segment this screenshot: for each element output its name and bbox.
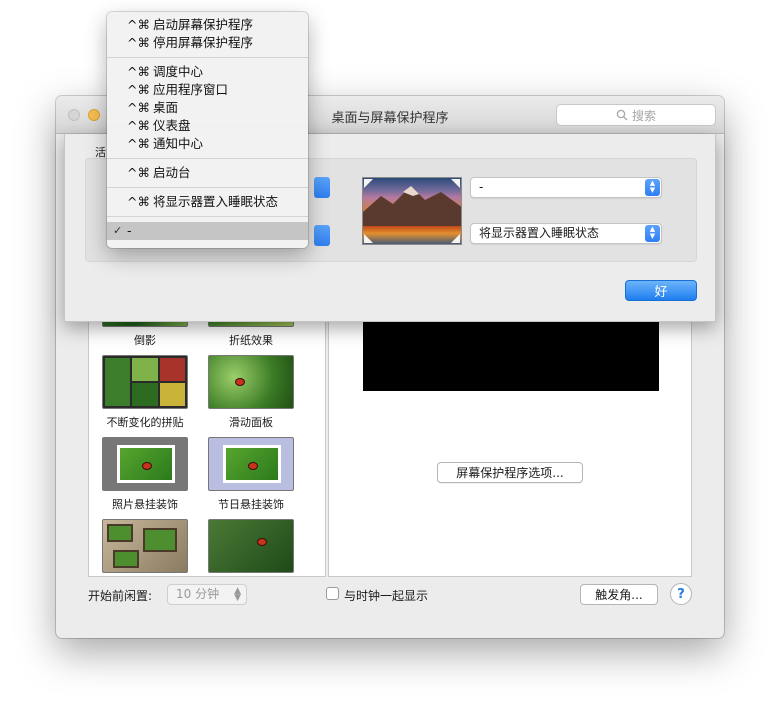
shortcut-label: ^⌘ xyxy=(127,35,150,50)
select-arrows-icon: ▲ ▼ xyxy=(234,586,241,603)
shortcut-label: ^⌘ xyxy=(127,136,150,151)
search-icon xyxy=(616,109,628,121)
screensaver-content: 倒影 折纸效果 不断变化的拼贴 滑动面板 照片悬挂装饰 节日悬挂装饰 屏幕保护程… xyxy=(88,301,692,577)
menu-item-mission-control[interactable]: ^⌘ 调度中心 xyxy=(107,63,308,81)
screensaver-photo-wall[interactable] xyxy=(101,519,189,573)
menu-item-desktop[interactable]: ^⌘ 桌面 xyxy=(107,99,308,117)
popup-arrows-icon: ▲ ▼ xyxy=(645,179,660,196)
menu-separator xyxy=(107,216,308,217)
menu-item-disable-screensaver[interactable]: ^⌘ 停用屏幕保护程序 xyxy=(107,34,308,52)
ok-button[interactable]: 好 xyxy=(625,280,697,301)
menu-item-none[interactable]: ✓ - xyxy=(107,222,308,240)
idle-label: 开始前闲置: xyxy=(88,589,153,603)
corner-action-menu[interactable]: ^⌘ 启动屏幕保护程序 ^⌘ 停用屏幕保护程序 ^⌘ 调度中心 ^⌘ 应用程序窗口 ^⌘… xyxy=(107,12,308,248)
ladybug-graphic xyxy=(235,378,245,386)
top-right-corner-popup[interactable]: - ▲ ▼ xyxy=(470,177,662,198)
menu-separator xyxy=(107,187,308,188)
idle-time-value: 10 分钟 xyxy=(176,587,220,601)
shortcut-label: ^⌘ xyxy=(127,118,150,133)
menu-item-display-sleep[interactable]: ^⌘ 将显示器置入睡眠状态 xyxy=(107,193,308,211)
bottom-left-corner-popup[interactable] xyxy=(314,225,330,246)
screensaver-label: 倒影 xyxy=(134,334,156,347)
ladybug-graphic xyxy=(257,538,267,546)
screensaver-thumbnail xyxy=(102,519,188,573)
ladybug-graphic xyxy=(248,462,258,470)
mountain-graphic xyxy=(363,186,461,226)
screensaver-thumbnail xyxy=(208,355,294,409)
screensaver-label: 不断变化的拼贴 xyxy=(106,416,184,429)
screensaver-thumbnail xyxy=(102,355,188,409)
top-right-corner-marker xyxy=(451,179,460,188)
bottom-left-corner-marker xyxy=(364,234,373,243)
screensaver-vintage-prints[interactable] xyxy=(207,519,295,573)
screensaver-sliding-panels[interactable]: 滑动面板 xyxy=(207,355,295,430)
screensaver-label: 滑动面板 xyxy=(229,416,273,429)
screensaver-thumbnail xyxy=(208,519,294,573)
checkmark-icon: ✓ xyxy=(113,224,123,237)
screensaver-photo-mobile[interactable]: 照片悬挂装饰 xyxy=(101,437,189,512)
screensaver-list[interactable]: 倒影 折纸效果 不断变化的拼贴 滑动面板 照片悬挂装饰 节日悬挂装饰 xyxy=(88,301,326,577)
menu-item-notification-center[interactable]: ^⌘ 通知中心 xyxy=(107,135,308,153)
popup-arrows-icon: ▲ ▼ xyxy=(645,225,660,242)
desktop-corner-preview xyxy=(362,177,462,245)
screensaver-holiday-mobile[interactable]: 节日悬挂装饰 xyxy=(207,437,295,512)
screensaver-label: 照片悬挂装饰 xyxy=(112,498,178,511)
shortcut-label: ^⌘ xyxy=(127,64,150,79)
search-field[interactable]: 搜索 xyxy=(556,104,716,126)
menu-item-application-windows[interactable]: ^⌘ 应用程序窗口 xyxy=(107,81,308,99)
help-button[interactable]: ? xyxy=(670,583,692,605)
screensaver-thumbnail xyxy=(102,437,188,491)
screensaver-thumbnail xyxy=(208,437,294,491)
shortcut-label: ^⌘ xyxy=(127,194,150,209)
show-with-clock-checkbox[interactable] xyxy=(326,587,339,600)
menu-item-launchpad[interactable]: ^⌘ 启动台 xyxy=(107,164,308,182)
hot-corners-button[interactable]: 触发角... xyxy=(580,584,658,605)
top-left-corner-marker xyxy=(364,179,373,188)
ladybug-graphic xyxy=(142,462,152,470)
menu-separator xyxy=(107,158,308,159)
bottom-bar: 开始前闲置: 10 分钟 ▲ ▼ 与时钟一起显示 触发角... ? xyxy=(88,582,692,608)
shortcut-label: ^⌘ xyxy=(127,17,150,32)
screensaver-label: 节日悬挂装饰 xyxy=(218,498,284,511)
top-right-corner-value: - xyxy=(479,180,484,194)
screensaver-options-button[interactable]: 屏幕保护程序选项... xyxy=(437,462,583,483)
shortcut-label: ^⌘ xyxy=(127,82,150,97)
bottom-right-corner-marker xyxy=(451,234,460,243)
menu-item-dashboard[interactable]: ^⌘ 仪表盘 xyxy=(107,117,308,135)
menu-separator xyxy=(107,57,308,58)
shortcut-label: ^⌘ xyxy=(127,100,150,115)
search-placeholder: 搜索 xyxy=(631,108,656,123)
screensaver-shifting-tiles[interactable]: 不断变化的拼贴 xyxy=(101,355,189,430)
shortcut-label: ^⌘ xyxy=(127,165,150,180)
top-left-corner-popup[interactable] xyxy=(314,177,330,198)
screensaver-label: 折纸效果 xyxy=(229,334,273,347)
bottom-right-corner-value: 将显示器置入睡眠状态 xyxy=(479,226,600,240)
preview-panel: 屏幕保护程序选项... xyxy=(328,301,692,577)
bottom-right-corner-popup[interactable]: 将显示器置入睡眠状态 ▲ ▼ xyxy=(470,223,662,244)
idle-time-select[interactable]: 10 分钟 ▲ ▼ xyxy=(167,584,247,605)
menu-item-start-screensaver[interactable]: ^⌘ 启动屏幕保护程序 xyxy=(107,16,308,34)
show-with-clock-label[interactable]: 与时钟一起显示 xyxy=(344,587,428,604)
